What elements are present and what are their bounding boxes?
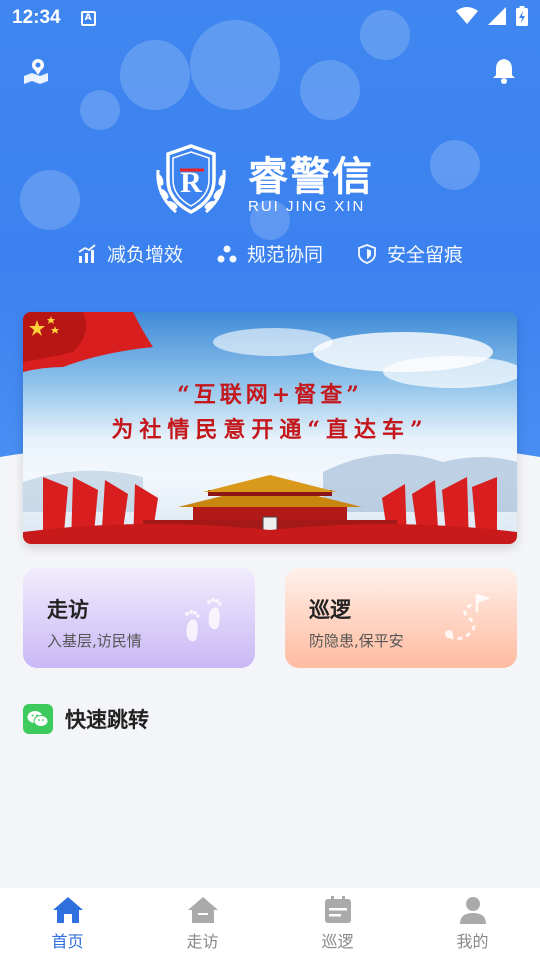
nav-label: 我的 xyxy=(456,932,489,951)
quick-jump-title: 快速跳转 xyxy=(65,708,149,732)
nav-profile[interactable]: 我的 xyxy=(405,888,540,960)
bokeh-decoration xyxy=(20,170,80,230)
feature-label: 减负增效 xyxy=(106,244,183,266)
status-time: 12:34 xyxy=(12,7,61,28)
signal-icon xyxy=(488,7,506,25)
bokeh-decoration xyxy=(430,140,480,190)
status-icons xyxy=(456,6,528,26)
brand-name-cn: 睿警信 xyxy=(248,153,374,200)
wifi-icon xyxy=(456,7,478,24)
bokeh-decoration xyxy=(120,40,190,110)
banner-headline: “互联网+督查” xyxy=(177,382,363,408)
status-bar: 12:34 A xyxy=(0,0,540,36)
bokeh-decoration xyxy=(300,60,360,120)
notification-button[interactable] xyxy=(490,56,518,84)
nav-label: 巡逻 xyxy=(321,932,354,951)
patrol-card[interactable]: 巡逻 防隐患,保平安 xyxy=(285,568,517,668)
quick-jump-section: 快速跳转 xyxy=(23,704,149,734)
shield-icon xyxy=(358,243,376,264)
nav-label: 首页 xyxy=(51,932,84,951)
feature-label: 安全留痕 xyxy=(387,244,464,266)
wechat-icon xyxy=(23,704,53,734)
nav-patrol[interactable]: 巡逻 xyxy=(270,888,405,960)
person-icon xyxy=(459,897,486,924)
bottom-nav: 首页 走访 巡逻 我的 xyxy=(0,888,540,960)
feature-item: 减负增效 xyxy=(77,240,183,267)
location-map-icon xyxy=(24,59,48,84)
feature-item: 安全留痕 xyxy=(357,240,463,267)
footprints-icon xyxy=(185,598,222,642)
home-icon xyxy=(52,897,83,923)
battery-icon xyxy=(516,6,528,26)
nav-visit[interactable]: 走访 xyxy=(135,888,270,960)
route-flag-icon xyxy=(445,594,491,641)
nav-label: 走访 xyxy=(186,932,219,951)
promo-banner[interactable]: “互联网+督查” 为社情民意开通“直达车” xyxy=(23,312,517,544)
visit-card[interactable]: 走访 入基层,访民情 xyxy=(23,568,255,668)
house-icon xyxy=(187,897,218,923)
banner-subheadline: 为社情民意开通“直达车” xyxy=(111,417,429,443)
nav-home[interactable]: 首页 xyxy=(0,888,135,960)
network-icon xyxy=(217,245,237,262)
brand-name-en: RUI JING XIN xyxy=(248,198,366,215)
feature-item: 规范协同 xyxy=(217,240,323,267)
location-map-button[interactable] xyxy=(22,56,50,84)
notification-a-icon: A xyxy=(80,10,96,26)
feature-row: 减负增效 规范协同 安全留痕 xyxy=(0,240,540,267)
chart-icon xyxy=(78,243,96,263)
brand-logo: R 睿警信 RUI JING XIN xyxy=(150,140,390,230)
bell-icon xyxy=(493,59,515,84)
feature-label: 规范协同 xyxy=(246,244,323,266)
bokeh-decoration xyxy=(80,90,120,130)
police-emblem-icon: R xyxy=(156,144,226,214)
calendar-icon xyxy=(324,896,351,923)
